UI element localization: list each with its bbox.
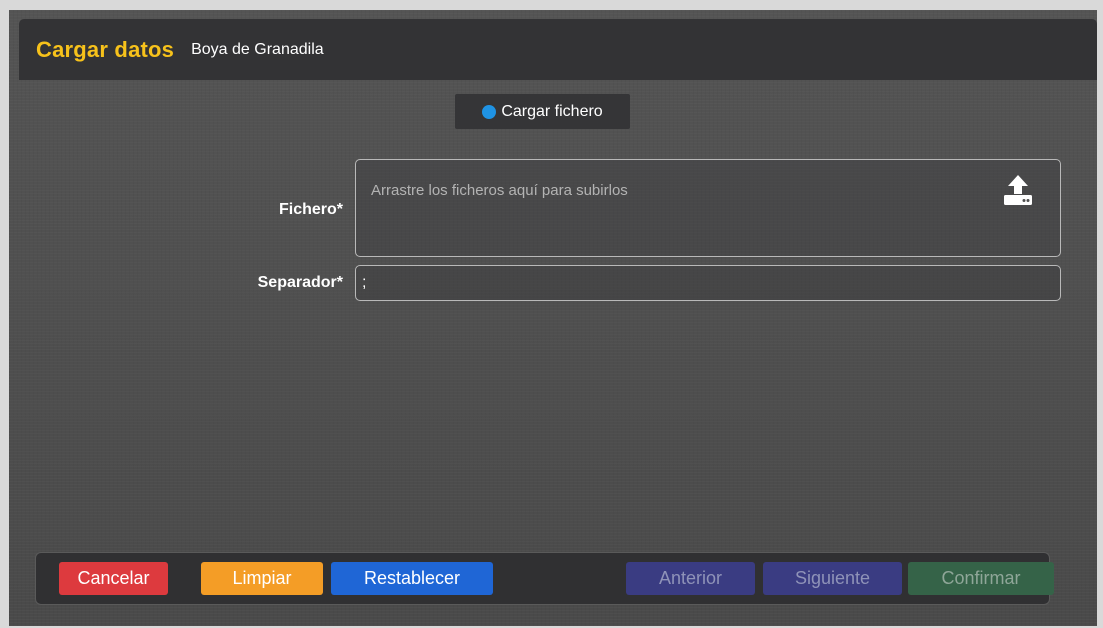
tab-load-file-label: Cargar fichero xyxy=(501,102,603,120)
separator-field-label: Separador* xyxy=(257,274,343,291)
cancel-button[interactable]: Cancelar xyxy=(59,562,168,595)
file-drop-zone[interactable]: Arrastre los ficheros aquí para subirlos xyxy=(355,159,1061,257)
next-button[interactable]: Siguiente xyxy=(763,562,902,595)
previous-button[interactable]: Anterior xyxy=(626,562,755,595)
confirm-button[interactable]: Confirmar xyxy=(908,562,1054,595)
load-data-dialog: Cargar datos Boya de Granadila Cargar fi… xyxy=(9,10,1097,626)
dialog-title: Cargar datos xyxy=(36,36,175,62)
separator-input[interactable]: ; xyxy=(355,265,1061,301)
clear-button[interactable]: Limpiar xyxy=(201,562,323,595)
dialog-header: Cargar datos Boya de Granadila xyxy=(19,19,1097,80)
file-field-label: Fichero* xyxy=(278,201,343,218)
file-drop-placeholder: Arrastre los ficheros aquí para subirlos xyxy=(371,182,628,199)
upload-icon[interactable] xyxy=(1000,172,1036,208)
dialog-footer-toolbar: Cancelar Limpiar Restablecer Anterior Si… xyxy=(35,552,1054,605)
active-dot-icon xyxy=(482,104,497,119)
reset-button[interactable]: Restablecer xyxy=(331,562,493,595)
tab-load-file[interactable]: Cargar fichero xyxy=(455,94,630,129)
dialog-subtitle: Boya de Granadila xyxy=(191,40,324,58)
